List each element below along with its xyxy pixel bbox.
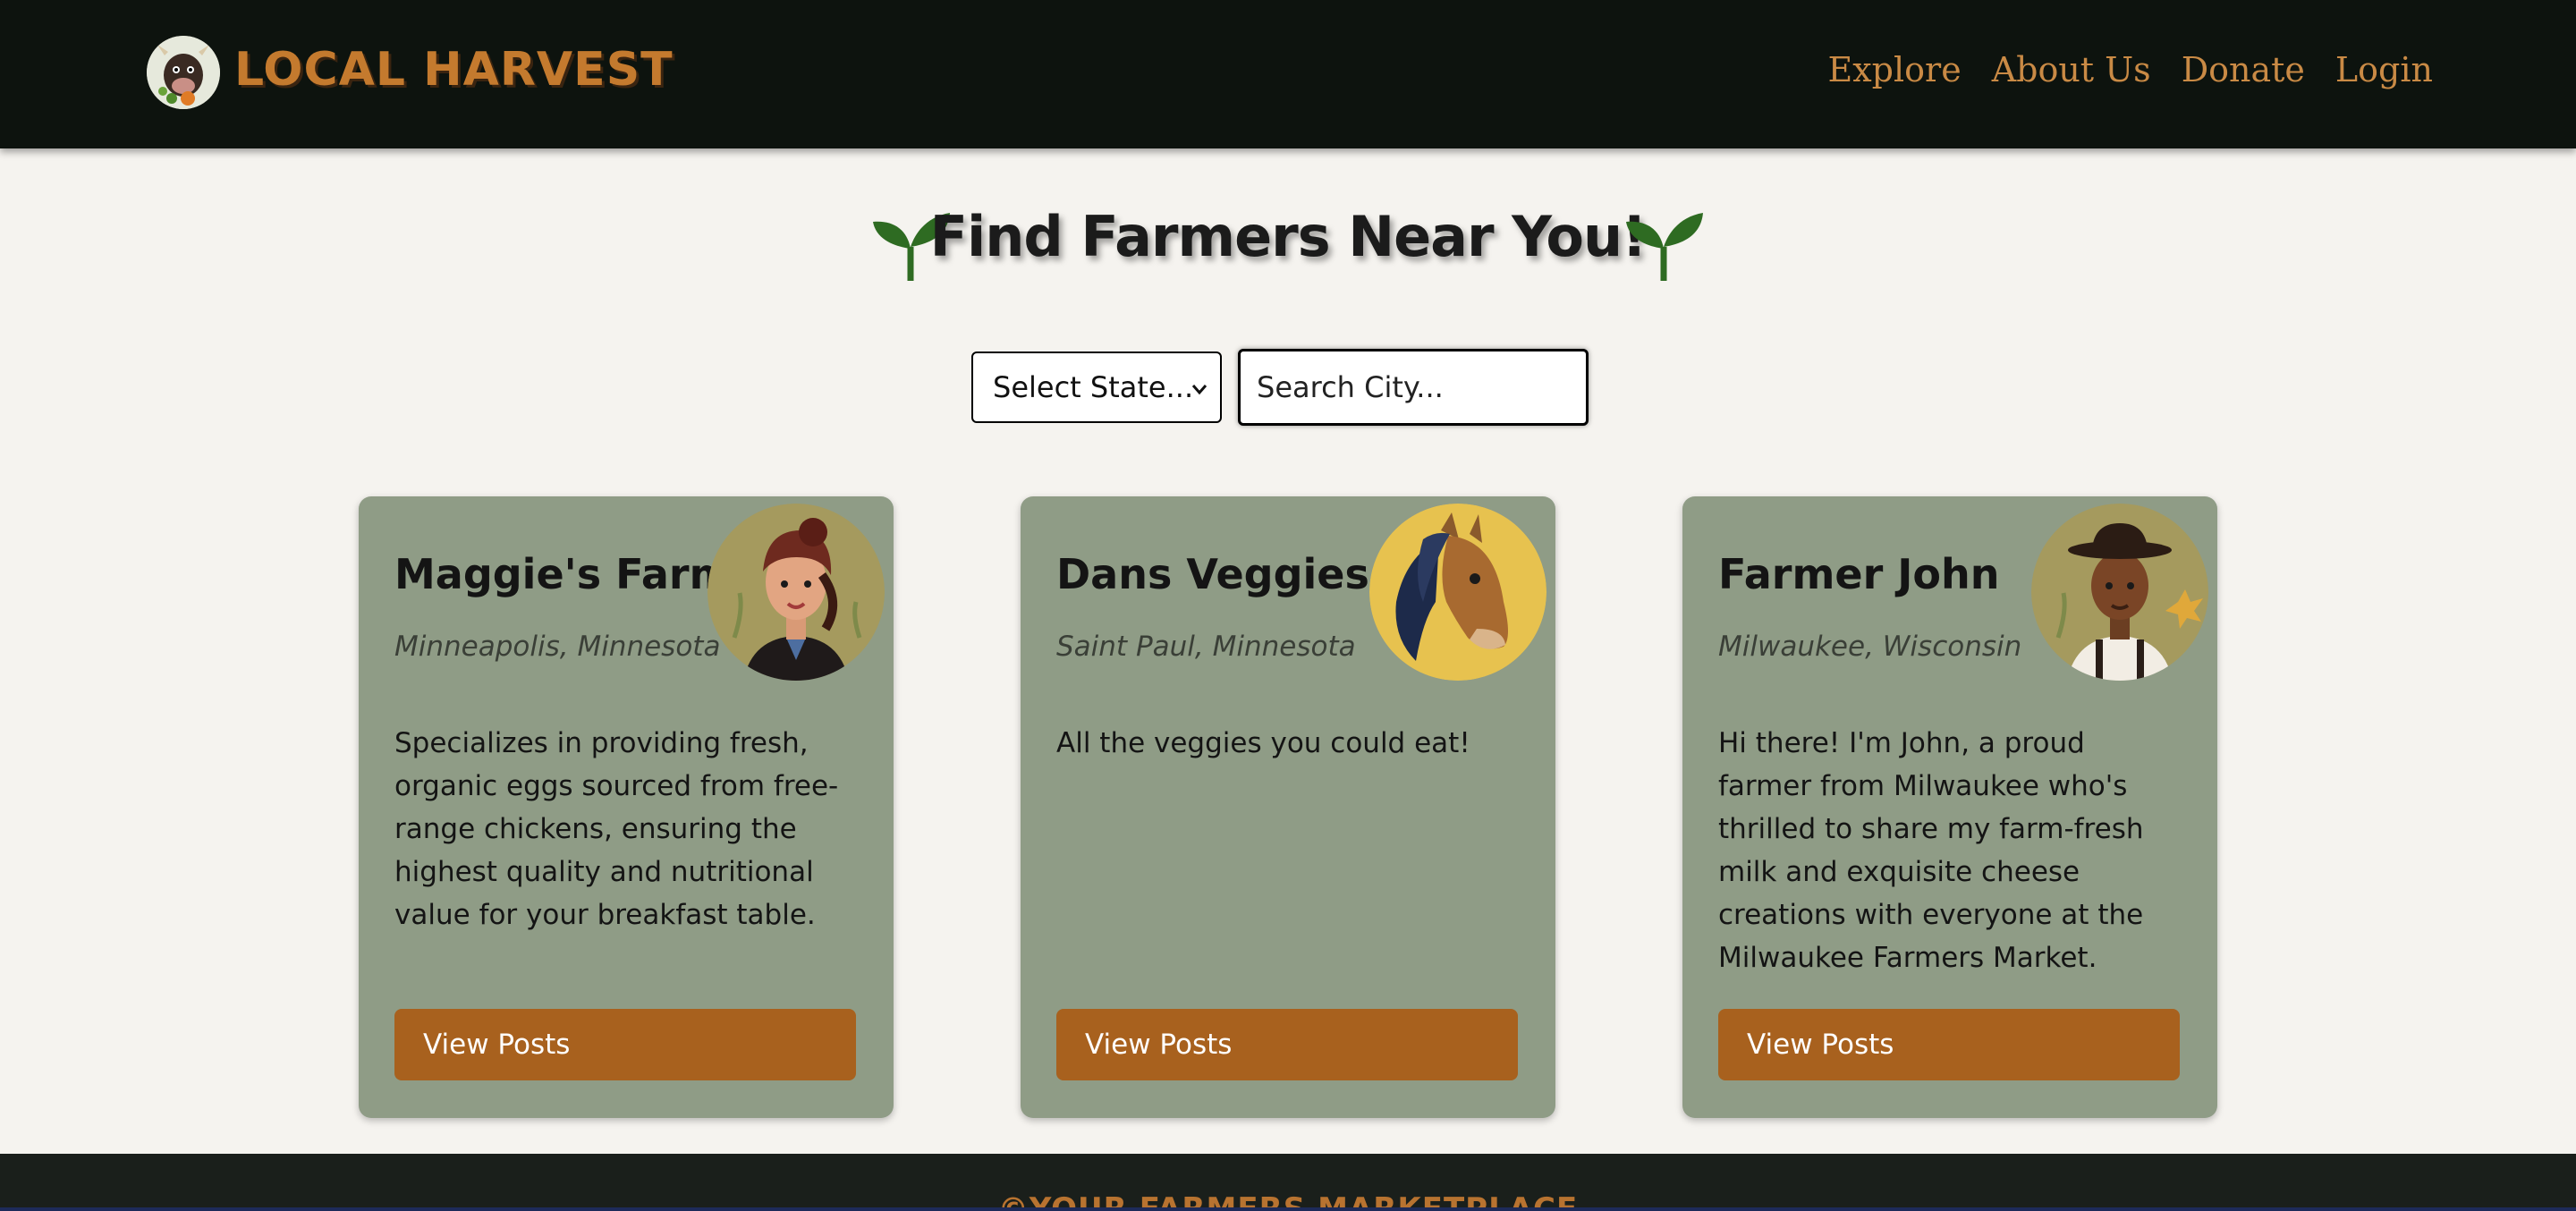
footer-divider bbox=[0, 1207, 2576, 1211]
view-posts-button[interactable]: View Posts bbox=[1056, 1009, 1518, 1080]
farmer-card: Dans Veggies Saint Paul, Minnesota All t… bbox=[1021, 496, 1555, 1118]
city-search-input[interactable] bbox=[1238, 349, 1589, 426]
farmer-description: All the veggies you could eat! bbox=[1056, 727, 1470, 759]
farmer-name: Dans Veggies bbox=[1056, 550, 1369, 598]
sprout-icon bbox=[1626, 213, 1703, 281]
farmer-card: Farmer John Milwaukee, Wisconsin Hi ther… bbox=[1682, 496, 2217, 1118]
page-title: Find Farmers Near You! bbox=[929, 204, 1648, 269]
nav-about-us[interactable]: About Us bbox=[1992, 50, 2151, 89]
farmer-card: Maggie's Farm Minneapolis, Minnesota Spe… bbox=[359, 496, 894, 1118]
brand-name: LOCAL HARVEST bbox=[234, 43, 674, 97]
woman-farmer-avatar bbox=[708, 504, 885, 681]
cow-mascot-icon bbox=[147, 36, 220, 109]
farmer-description: Hi there! I'm John, a proud farmer from … bbox=[1718, 727, 2144, 974]
farmer-name: Farmer John bbox=[1718, 550, 2000, 598]
farmer-name: Maggie's Farm bbox=[394, 550, 733, 598]
brand-logo[interactable]: LOCAL HARVEST bbox=[147, 36, 674, 109]
state-select[interactable]: Select State... bbox=[971, 351, 1222, 423]
nav-links: Explore About Us Donate Login bbox=[1828, 50, 2434, 89]
nav-login[interactable]: Login bbox=[2335, 50, 2433, 89]
nav-donate[interactable]: Donate bbox=[2182, 50, 2305, 89]
view-posts-button[interactable]: View Posts bbox=[394, 1009, 856, 1080]
farmer-description: Specializes in providing fresh, organic … bbox=[394, 727, 839, 931]
farmer-location: Milwaukee, Wisconsin bbox=[1718, 631, 2022, 663]
horse-avatar bbox=[1369, 504, 1546, 681]
farmer-location: Saint Paul, Minnesota bbox=[1056, 631, 1356, 663]
chevron-down-icon bbox=[1191, 385, 1208, 395]
farmer-location: Minneapolis, Minnesota bbox=[394, 631, 721, 663]
state-select-value: Select State... bbox=[993, 370, 1194, 404]
nav-explore[interactable]: Explore bbox=[1828, 50, 1962, 89]
view-posts-button[interactable]: View Posts bbox=[1718, 1009, 2180, 1080]
man-farmer-avatar bbox=[2031, 504, 2208, 681]
top-navbar: LOCAL HARVEST Explore About Us Donate Lo… bbox=[0, 0, 2576, 148]
footer: ©YOUR FARMERS MARKETPLACE bbox=[0, 1154, 2576, 1211]
